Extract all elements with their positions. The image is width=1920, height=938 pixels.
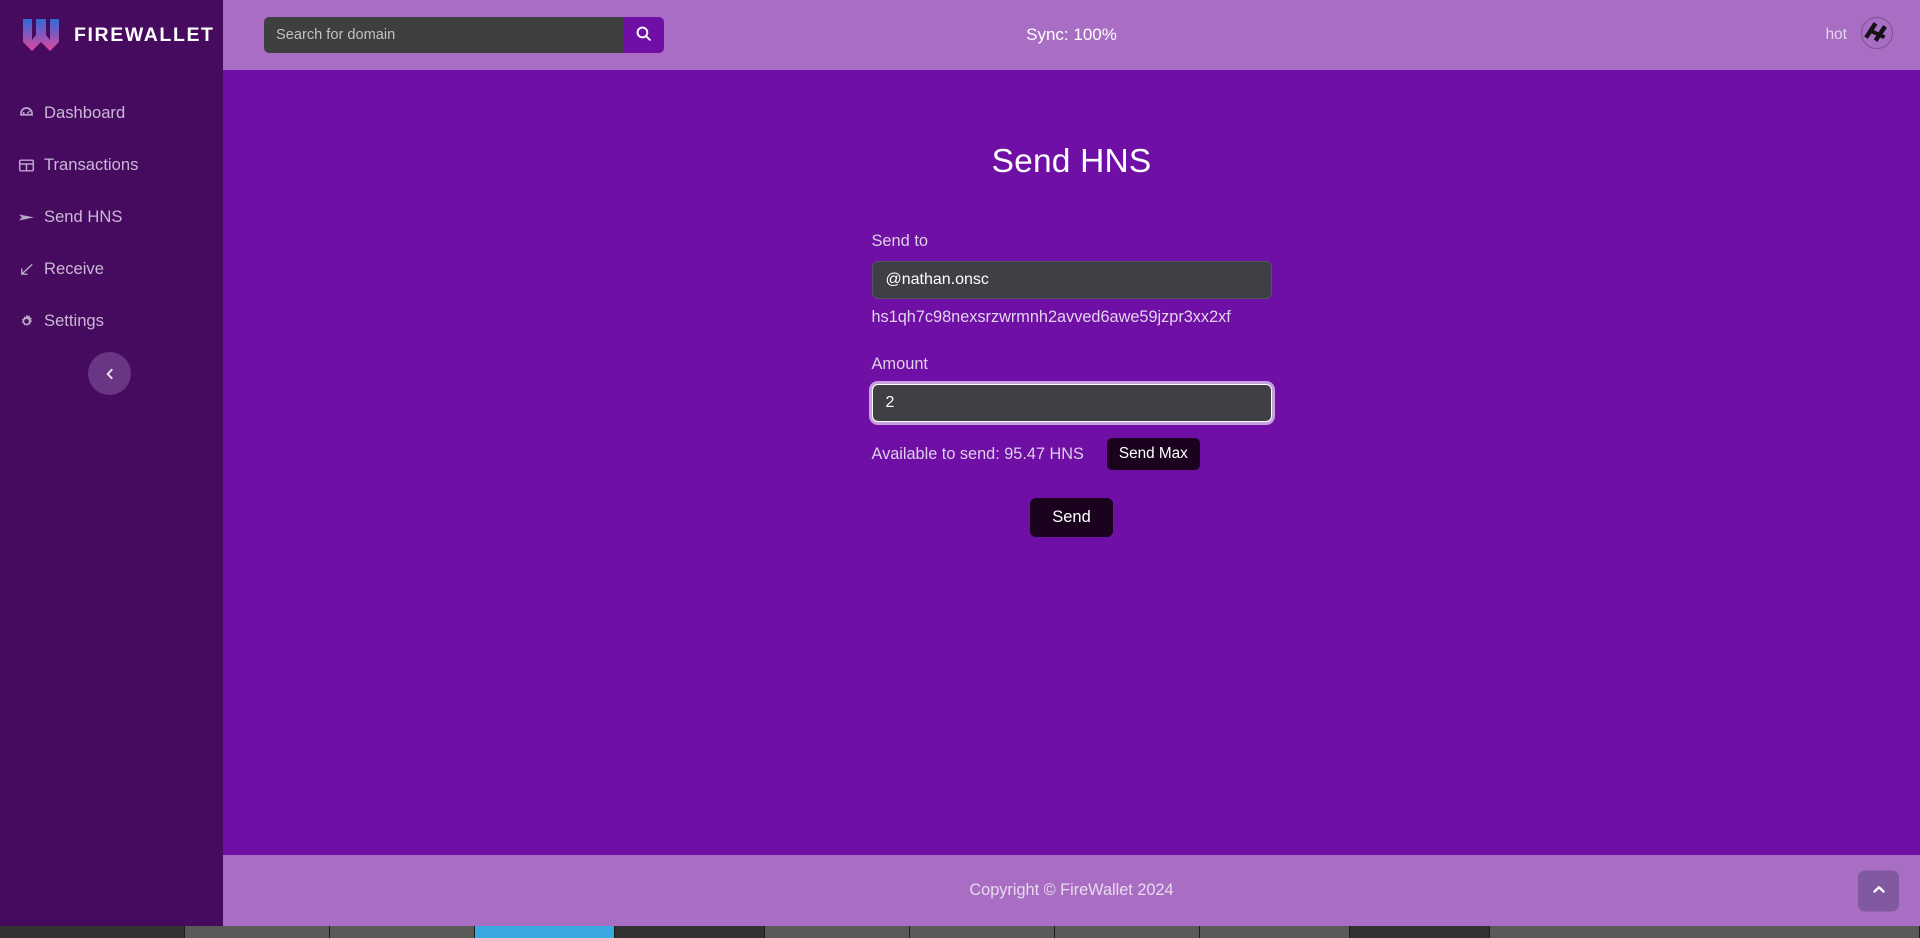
avatar[interactable] [1858, 16, 1896, 54]
copyright-text: Copyright © FireWallet 2024 [969, 881, 1173, 900]
sidebar-item-label: Receive [44, 261, 104, 278]
app-root: FIREWALLET Dashboard [0, 0, 1920, 938]
search-button[interactable] [623, 17, 664, 53]
firewallet-w-logo-icon [22, 18, 60, 52]
sidebar-collapse-button[interactable] [88, 352, 131, 395]
page-title: Send HNS [223, 70, 1920, 181]
available-balance: Available to send: 95.47 HNS [872, 445, 1084, 464]
wallet-area[interactable]: hot [1825, 16, 1896, 54]
taskbar-item[interactable] [1490, 926, 1920, 938]
sidebar-item-label: Dashboard [44, 105, 125, 122]
brand-logo[interactable]: FIREWALLET [0, 0, 223, 70]
taskbar-item-active[interactable] [475, 926, 615, 938]
search-icon [635, 25, 652, 45]
sidebar-nav: Dashboard Transactions [0, 87, 223, 347]
os-taskbar [0, 926, 1920, 938]
table-icon [18, 157, 35, 174]
taskbar-item[interactable] [1200, 926, 1350, 938]
amount-block: Amount Available to send: 95.47 HNS Send… [872, 355, 1272, 470]
taskbar-item[interactable] [765, 926, 910, 938]
send-button[interactable]: Send [1030, 498, 1113, 537]
sidebar-item-send-hns[interactable]: Send HNS [0, 191, 223, 243]
gear-icon [18, 313, 35, 330]
main-content: Send HNS Send to hs1qh7c98nexsrzwrmnh2av… [223, 70, 1920, 855]
sidebar-item-receive[interactable]: Receive [0, 243, 223, 295]
taskbar-item[interactable] [330, 926, 475, 938]
taskbar-item[interactable] [615, 926, 765, 938]
taskbar-item[interactable] [1055, 926, 1200, 938]
sidebar-item-label: Send HNS [44, 209, 122, 226]
sidebar: FIREWALLET Dashboard [0, 0, 223, 926]
arrow-down-left-icon [18, 261, 35, 278]
send-form: Send to hs1qh7c98nexsrzwrmnh2avved6awe59… [872, 181, 1272, 537]
taskbar-item[interactable] [0, 926, 185, 938]
taskbar-item[interactable] [1350, 926, 1490, 938]
send-to-label: Send to [872, 232, 1272, 251]
footer: Copyright © FireWallet 2024 [223, 855, 1920, 926]
wallet-name: hot [1825, 26, 1847, 44]
search-input[interactable] [264, 17, 623, 53]
sync-status: Sync: 100% [1026, 25, 1117, 45]
gauge-icon [18, 105, 35, 122]
resolved-address: hs1qh7c98nexsrzwrmnh2avved6awe59jzpr3xx2… [872, 308, 1272, 327]
chevron-up-icon [1871, 881, 1887, 900]
taskbar-item[interactable] [910, 926, 1055, 938]
paper-plane-icon [18, 209, 35, 226]
top-header: Sync: 100% hot [223, 0, 1920, 70]
taskbar-item[interactable] [185, 926, 330, 938]
balance-row: Available to send: 95.47 HNS Send Max [872, 438, 1272, 470]
send-to-input[interactable] [872, 261, 1272, 299]
amount-input[interactable] [872, 384, 1272, 422]
sidebar-item-settings[interactable]: Settings [0, 295, 223, 347]
amount-label: Amount [872, 355, 1272, 374]
sidebar-item-label: Transactions [44, 157, 138, 174]
chevron-left-icon [103, 367, 117, 381]
sidebar-item-label: Settings [44, 313, 104, 330]
send-max-button[interactable]: Send Max [1107, 438, 1200, 470]
body-row: FIREWALLET Dashboard [0, 0, 1920, 926]
brand-name: FIREWALLET [74, 24, 215, 47]
send-row: Send [872, 498, 1272, 537]
right-column: Sync: 100% hot [223, 0, 1920, 926]
handshake-hns-avatar-icon [1860, 16, 1894, 54]
sidebar-item-transactions[interactable]: Transactions [0, 139, 223, 191]
search-bar [264, 17, 664, 53]
scroll-to-top-button[interactable] [1858, 870, 1899, 911]
sidebar-item-dashboard[interactable]: Dashboard [0, 87, 223, 139]
